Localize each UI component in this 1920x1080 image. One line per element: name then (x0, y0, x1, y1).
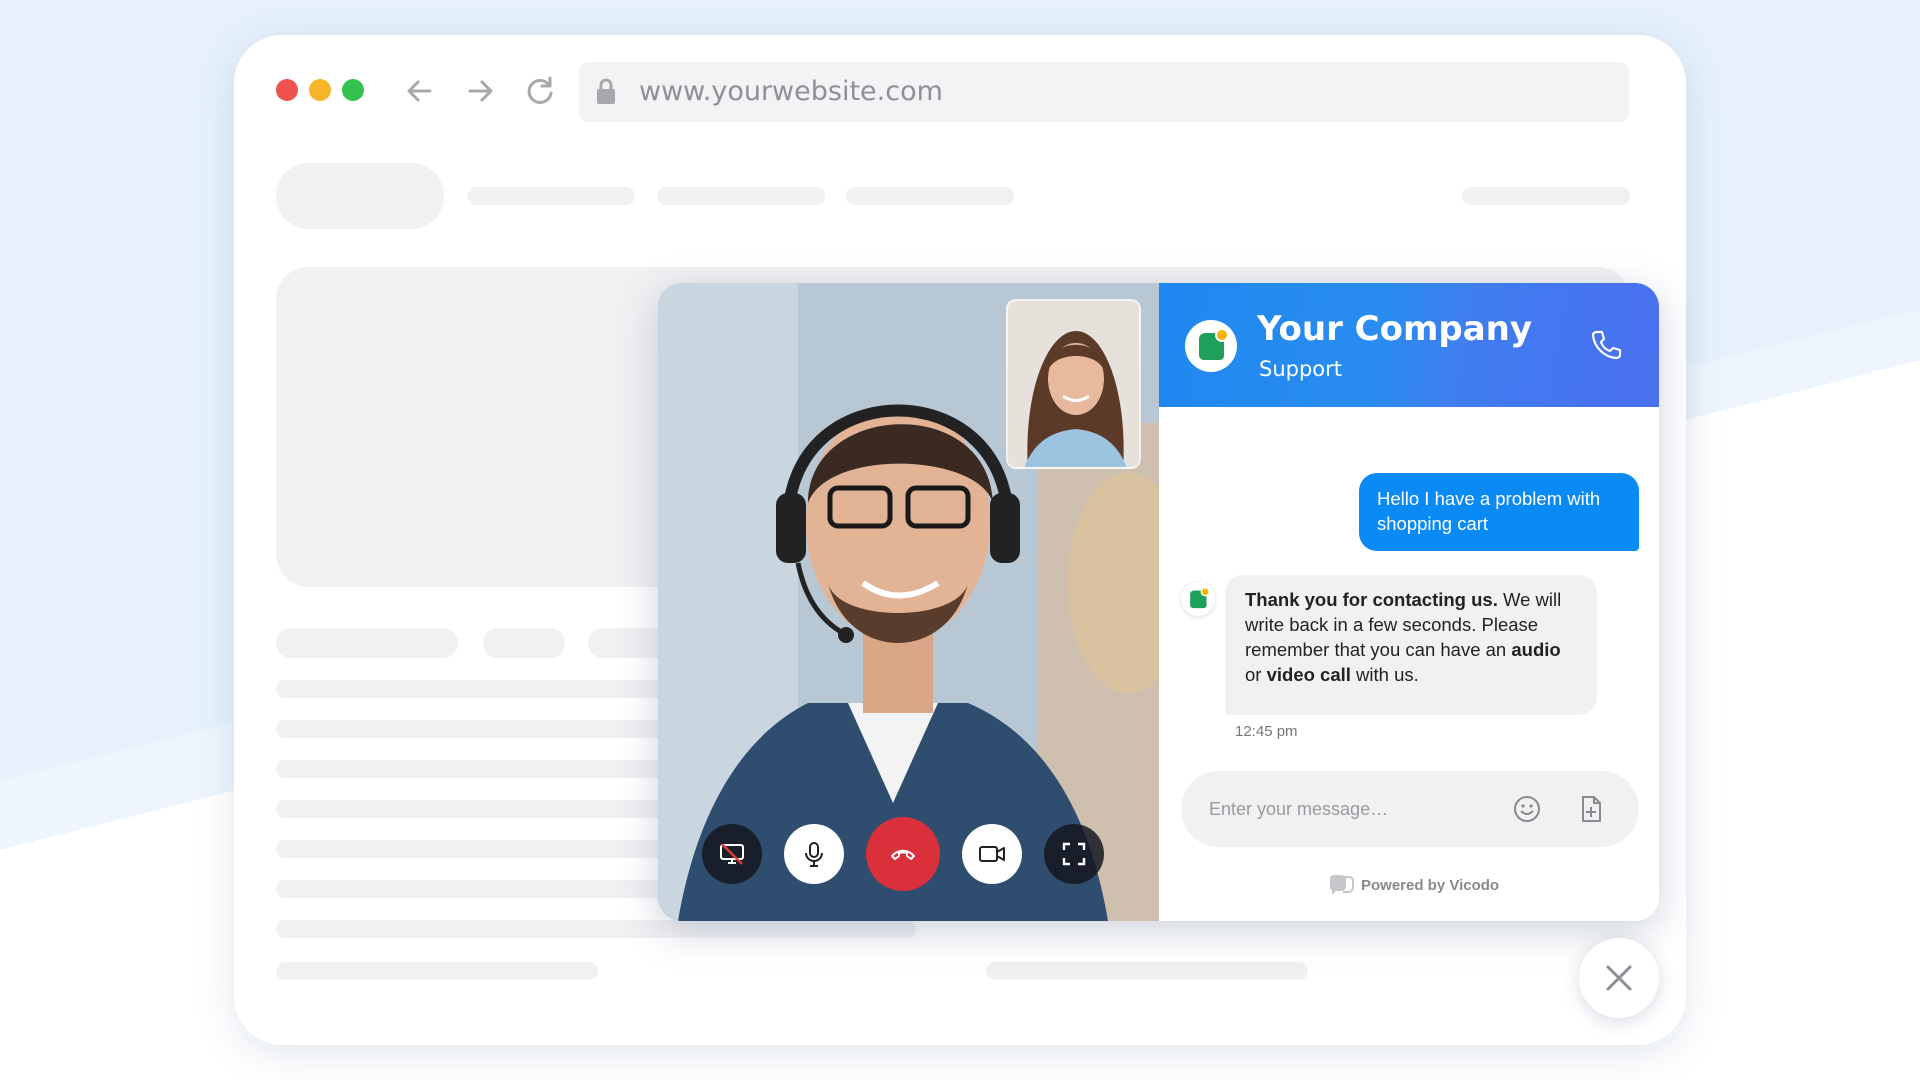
support-widget: Your Company Support Hello I have a prob… (658, 283, 1659, 921)
forward-arrow-icon[interactable] (462, 73, 498, 109)
screen-share-off-icon (720, 843, 744, 865)
message-composer (1181, 771, 1639, 847)
skeleton-nav (657, 187, 825, 205)
back-arrow-icon[interactable] (402, 73, 438, 109)
video-call-panel (658, 283, 1159, 921)
skeleton-logo (276, 163, 444, 229)
chat-header: Your Company Support (1159, 283, 1659, 407)
message-bold-text: video call (1266, 664, 1351, 685)
maximize-window-dot[interactable] (342, 79, 364, 101)
chat-panel: Your Company Support Hello I have a prob… (1159, 283, 1659, 921)
skeleton-nav (846, 187, 1014, 205)
message-bold-text: audio (1511, 639, 1561, 660)
camera-button[interactable] (962, 824, 1022, 884)
company-name: Your Company (1257, 309, 1533, 349)
hang-up-icon (891, 849, 915, 860)
screen-share-button[interactable] (702, 824, 762, 884)
reload-icon[interactable] (522, 73, 558, 109)
close-window-dot[interactable] (276, 79, 298, 101)
user-video-feed (1008, 301, 1139, 467)
outgoing-message: Hello I have a problem with shopping car… (1359, 473, 1639, 551)
bot-avatar (1181, 582, 1215, 616)
attach-file-icon[interactable] (1575, 793, 1607, 825)
skeleton-nav (467, 187, 635, 205)
message-bold-text: Thank you for contacting us. (1245, 589, 1498, 610)
skeleton-tag (276, 628, 458, 658)
minimize-window-dot[interactable] (309, 79, 331, 101)
company-logo-icon (1199, 328, 1229, 360)
message-text: with us. (1350, 664, 1419, 685)
skeleton-nav (1462, 187, 1630, 205)
skeleton-line (276, 920, 916, 938)
fullscreen-button[interactable] (1044, 824, 1104, 884)
phone-icon[interactable] (1589, 328, 1623, 362)
close-icon (1606, 965, 1632, 991)
skeleton-tag (483, 628, 565, 658)
hang-up-button[interactable] (866, 817, 940, 891)
close-widget-button[interactable] (1579, 938, 1659, 1018)
url-text: www.yourwebsite.com (639, 76, 943, 107)
incoming-message: Thank you for contacting us. We will wri… (1225, 575, 1597, 715)
window-controls (276, 79, 364, 101)
message-input[interactable] (1209, 793, 1489, 825)
skeleton-line (276, 962, 598, 980)
powered-by-text: Powered by Vicodo (1361, 876, 1500, 894)
self-video-preview[interactable] (1006, 299, 1141, 469)
camera-icon (979, 846, 1005, 862)
company-logo-icon (1190, 587, 1210, 609)
fullscreen-icon (1062, 842, 1086, 866)
lock-icon (597, 78, 615, 104)
message-timestamp: 12:45 pm (1235, 723, 1298, 740)
emoji-icon[interactable] (1511, 793, 1543, 825)
message-text: or (1245, 664, 1267, 685)
microphone-button[interactable] (784, 824, 844, 884)
microphone-icon (805, 842, 823, 867)
vicodo-logo-icon (1330, 875, 1354, 895)
powered-by[interactable]: Powered by Vicodo (1327, 873, 1499, 897)
call-controls (702, 817, 1104, 891)
address-bar[interactable]: www.yourwebsite.com (579, 62, 1629, 122)
skeleton-line (986, 962, 1308, 980)
chat-subtitle: Support (1259, 357, 1343, 381)
company-logo (1185, 320, 1237, 372)
